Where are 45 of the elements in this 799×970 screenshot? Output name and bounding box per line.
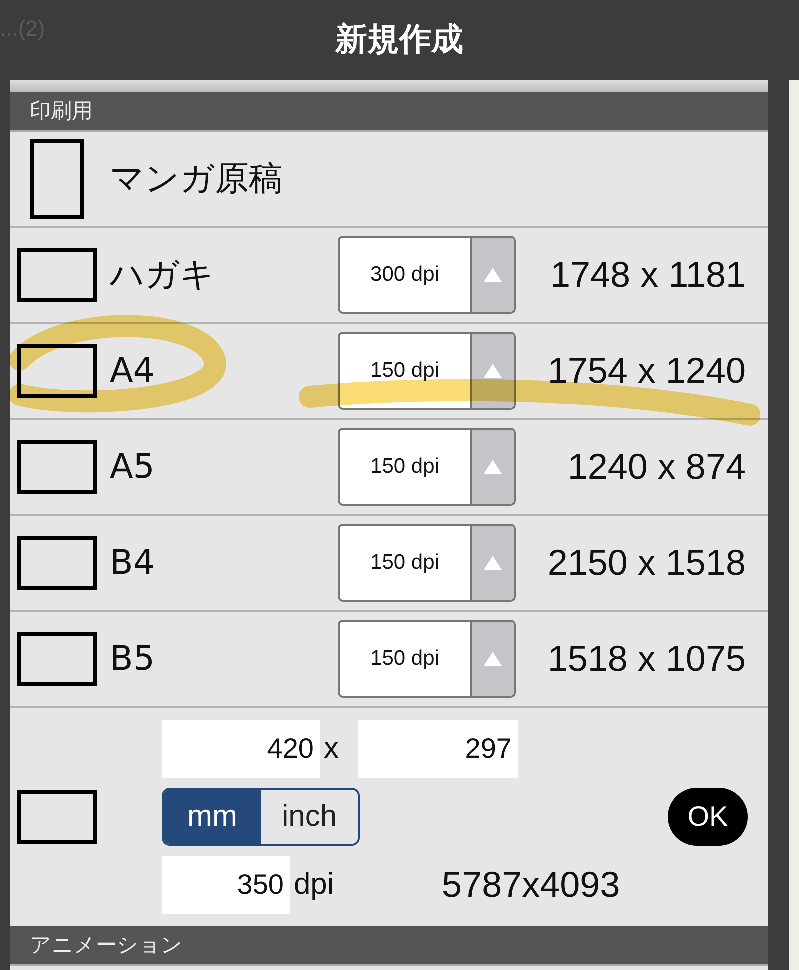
landscape-page-icon — [17, 790, 97, 844]
pixel-size: 2150 x 1518 — [546, 542, 747, 584]
dpi-picker[interactable]: 150 dpi — [338, 524, 516, 602]
dpi-label: dpi — [293, 868, 334, 902]
section-header: 印刷用 — [10, 92, 768, 132]
preset-row[interactable]: A5 150 dpi 1240 x 874 — [10, 420, 768, 516]
preset-row[interactable]: ハガキ 300 dpi 1748 x 1181 — [10, 228, 768, 324]
pixel-size: 1240 x 874 — [566, 446, 747, 488]
pixel-size: 5787x4093 — [442, 864, 620, 906]
up-triangle-icon — [484, 268, 502, 282]
times-label: x — [323, 732, 340, 766]
ok-button[interactable]: OK — [668, 788, 748, 846]
pixel-size: 1754 x 1240 — [546, 350, 747, 392]
pixel-size: 1518 x 1075 — [546, 638, 747, 680]
landscape-page-icon — [17, 536, 97, 590]
preset-name: マンガ原稿 — [110, 158, 284, 201]
preset-row[interactable]: B5 150 dpi 1518 x 1075 — [10, 612, 768, 708]
preset-name: A5 — [110, 447, 156, 487]
unit-toggle[interactable]: mm — [164, 790, 261, 844]
dpi-field[interactable]: 350 — [162, 856, 290, 914]
preset-name: B4 — [110, 543, 156, 583]
height-field[interactable]: 297 — [358, 720, 518, 778]
up-triangle-icon — [484, 460, 502, 474]
up-triangle-icon — [484, 556, 502, 570]
landscape-page-icon — [17, 440, 97, 494]
preset-name: A4 — [110, 351, 156, 391]
preset-row[interactable]: B4 150 dpi 2150 x 1518 — [10, 516, 768, 612]
landscape-page-icon — [17, 632, 97, 686]
window-title: 新規作成 — [336, 19, 464, 60]
preset-name: B5 — [110, 639, 156, 679]
dpi-picker[interactable]: 150 dpi — [338, 620, 516, 698]
width-field[interactable]: 420 — [162, 720, 320, 778]
preset-row[interactable]: マンガ原稿 — [10, 132, 768, 228]
dpi-picker[interactable]: 300 dpi — [338, 236, 516, 314]
up-triangle-icon — [484, 364, 502, 378]
section-header: アニメーション — [10, 926, 768, 966]
dpi-picker[interactable]: 150 dpi — [338, 428, 516, 506]
portrait-page-icon — [30, 139, 84, 219]
up-triangle-icon — [484, 652, 502, 666]
landscape-page-icon — [17, 248, 97, 302]
preset-row[interactable]: A4 150 dpi 1754 x 1240 — [10, 324, 768, 420]
dpi-picker[interactable]: 150 dpi — [338, 332, 516, 410]
preset-name: ハガキ — [110, 254, 216, 297]
landscape-page-icon — [17, 344, 97, 398]
pixel-size: 1748 x 1181 — [549, 254, 747, 296]
